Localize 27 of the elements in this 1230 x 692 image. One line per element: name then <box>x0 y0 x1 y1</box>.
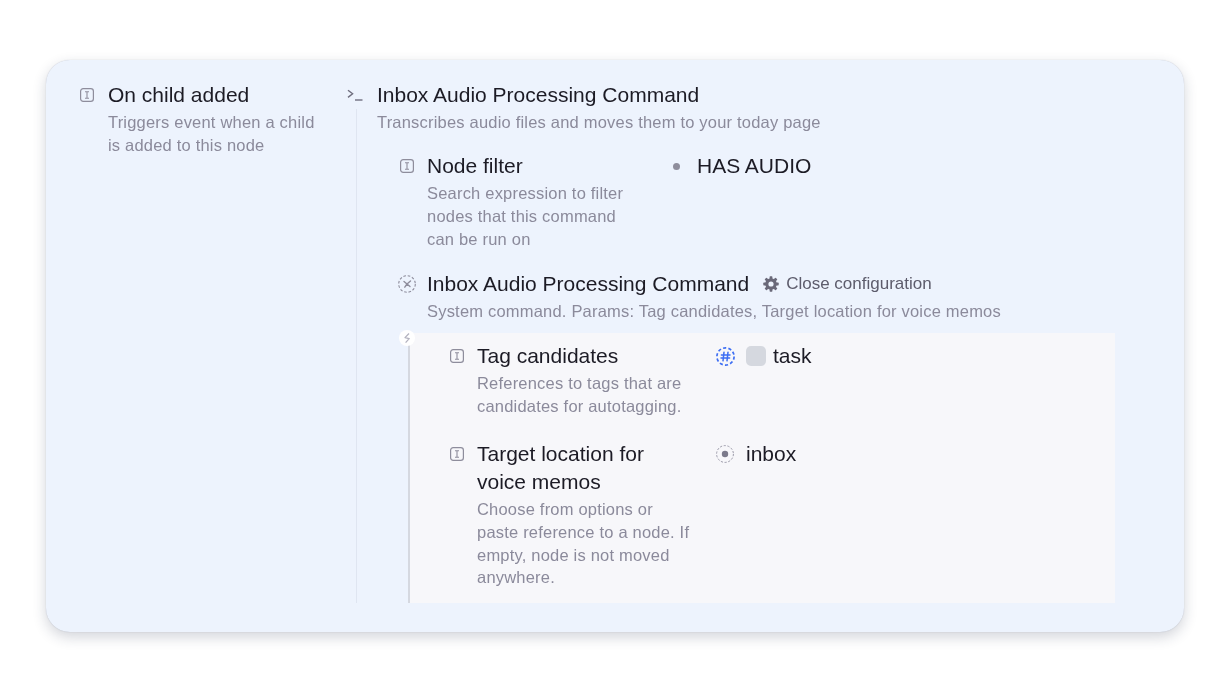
text-field-icon <box>450 349 464 364</box>
dotted-circle-icon <box>716 445 734 464</box>
event-description: Triggers event when a child is added to this node <box>108 112 316 156</box>
settings-icon <box>763 276 780 292</box>
field-description: Search expression to filter nodes that this command can be run on <box>427 183 625 250</box>
field-label: Tag candidates <box>477 343 620 370</box>
field-description: References to tags that are candidates for autotagging. <box>477 373 683 417</box>
terminal-icon <box>347 89 363 101</box>
command-title: Inbox Audio Processing Command <box>377 82 700 108</box>
command-description: Transcribes audio files and moves them to your today page <box>377 112 822 133</box>
hashtag-icon <box>716 346 735 366</box>
dashed-circle-icon <box>398 275 416 293</box>
field-label: Node filter <box>427 153 524 180</box>
tag-reference[interactable]: task <box>773 342 812 371</box>
checkbox[interactable] <box>746 346 766 367</box>
text-field-icon <box>80 88 94 102</box>
text-field-icon <box>450 447 464 462</box>
field-description: Choose from options or paste reference to a node. If empty, node is not moved anywhere. <box>477 499 691 589</box>
close-configuration-button[interactable]: Close configuration <box>763 273 932 295</box>
node-reference[interactable]: inbox <box>746 440 797 469</box>
system-command-title: Inbox Audio Processing Command <box>427 271 750 297</box>
field-label: Target location for voice memos <box>477 441 645 496</box>
text-field-icon <box>400 159 414 174</box>
system-command-description: System command. Params: Tag candidates, Target location for voice memos <box>427 301 1002 322</box>
bullet-icon <box>673 162 680 170</box>
event-title: On child added <box>108 82 251 108</box>
search-expression[interactable]: HAS AUDIO <box>697 152 812 181</box>
